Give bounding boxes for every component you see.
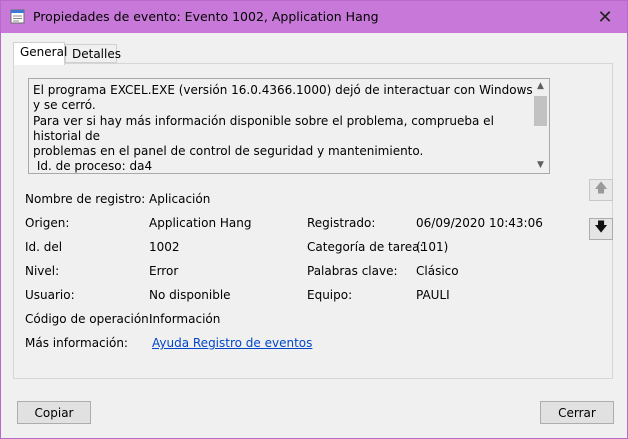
event-description-box[interactable]: El programa EXCEL.EXE (versión 16.0.4366…	[28, 78, 550, 174]
close-button[interactable]: Cerrar	[540, 401, 614, 424]
log-name-value: Aplicación	[149, 192, 211, 206]
event-log-help-link[interactable]: Ayuda Registro de eventos	[152, 336, 312, 350]
event-viewer-icon	[10, 9, 25, 24]
opcode-label: Código de operación:	[25, 312, 153, 326]
source-label: Origen:	[25, 216, 70, 230]
scroll-down-icon[interactable]: ▼	[532, 158, 549, 173]
computer-label: Equipo:	[307, 288, 353, 302]
source-value: Application Hang	[149, 216, 252, 230]
close-icon[interactable]: ✕	[583, 1, 627, 33]
level-label: Nivel:	[25, 264, 60, 278]
level-value: Error	[149, 264, 179, 278]
arrow-down-icon: 🡇	[594, 220, 608, 235]
logged-label: Registrado:	[307, 216, 376, 230]
description-scrollbar[interactable]: ▲ ▼	[532, 79, 549, 173]
scroll-up-icon[interactable]: ▲	[532, 79, 549, 94]
task-category-label: Categoría de tarea:	[307, 240, 424, 254]
keywords-label: Palabras clave:	[307, 264, 398, 278]
previous-event-button[interactable]: 🡅	[589, 179, 613, 201]
event-properties-window: Propiedades de evento: Evento 1002, Appl…	[0, 0, 628, 439]
window-title: Propiedades de evento: Evento 1002, Appl…	[33, 9, 379, 24]
copy-button-label: Copiar	[34, 405, 74, 420]
task-category-value: (101)	[416, 240, 449, 254]
event-id-value: 1002	[149, 240, 180, 254]
log-name-label: Nombre de registro:	[25, 192, 146, 206]
user-value: No disponible	[149, 288, 231, 302]
logged-value: 06/09/2020 10:43:06	[416, 216, 543, 230]
user-label: Usuario:	[25, 288, 75, 302]
tab-general-label: General	[20, 45, 68, 59]
title-bar[interactable]: Propiedades de evento: Evento 1002, Appl…	[1, 1, 627, 33]
tab-details[interactable]: Detalles	[65, 44, 121, 63]
tab-details-label: Detalles	[72, 47, 121, 61]
arrow-up-icon: 🡅	[594, 181, 608, 196]
event-description-text: El programa EXCEL.EXE (versión 16.0.4366…	[33, 83, 533, 174]
close-button-label: Cerrar	[558, 405, 596, 420]
keywords-value: Clásico	[416, 264, 459, 278]
computer-value: PAULI	[416, 288, 450, 302]
more-info-label: Más información:	[25, 336, 128, 350]
scroll-thumb[interactable]	[534, 96, 547, 126]
opcode-value: Información	[149, 312, 221, 326]
event-id-label: Id. del	[25, 240, 63, 254]
next-event-button[interactable]: 🡇	[589, 218, 613, 240]
tab-general[interactable]: General	[13, 42, 68, 65]
copy-button[interactable]: Copiar	[17, 401, 91, 424]
